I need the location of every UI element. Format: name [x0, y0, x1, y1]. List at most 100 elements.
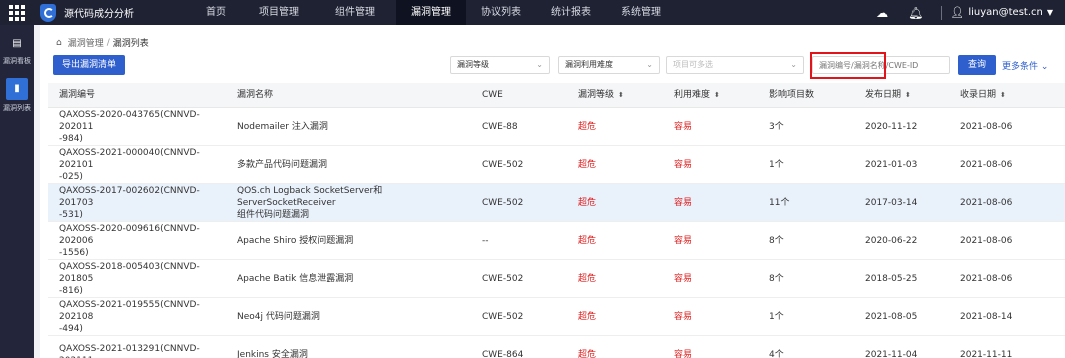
difficulty-cell: 容易	[674, 349, 693, 358]
column-header-sortable[interactable]: 发布日期 ⬍	[854, 89, 949, 101]
breadcrumb-current: 漏洞列表	[112, 39, 149, 49]
highlight-box	[810, 52, 886, 79]
cwe-cell: CWE-502	[482, 197, 524, 208]
vuln-name-cell[interactable]: Neo4j 代码问题漏洞	[226, 311, 471, 323]
published-cell: 2020-11-12	[865, 121, 918, 132]
more-conditions-label: 更多条件	[1002, 62, 1039, 72]
exploit-difficulty-select[interactable]: 漏洞利用难度 ⌄	[558, 56, 660, 74]
projects-cell: 4个	[769, 349, 784, 358]
difficulty-cell: 容易	[674, 273, 693, 284]
chevron-down-icon: ⌄	[1040, 62, 1049, 72]
brand[interactable]: 源代码成分分析	[40, 3, 160, 22]
topbar-divider	[941, 5, 943, 20]
vuln-name-cell[interactable]: 多款产品代码问题漏洞	[226, 159, 471, 171]
table-row[interactable]: QAXOSS-2021-019555(CNNVD-202108 -494) Neo…	[48, 298, 1065, 336]
sort-icon[interactable]: ⬍	[714, 91, 720, 99]
project-multiselect[interactable]: 项目可多选 ⌄	[666, 56, 804, 74]
table-row[interactable]: QAXOSS-2020-009616(CNNVD-202006 -1556) Ap…	[48, 222, 1065, 260]
level-cell: 超危	[578, 349, 597, 358]
collected-cell: 2021-08-06	[960, 197, 1013, 208]
vuln-name-cell[interactable]: Apache Shiro 授权问题漏洞	[226, 235, 471, 247]
top-navigation-bar: 源代码成分分析 首页 项目管理 组件管理 漏洞管理 协议列表 统计报表 系统管理…	[0, 0, 1065, 25]
table-row[interactable]: QAXOSS-2021-000040(CNNVD-202101 -025) 多款产…	[48, 146, 1065, 184]
cwe-cell: CWE-88	[482, 121, 518, 132]
nav-vulnerability-management[interactable]: 漏洞管理	[396, 0, 466, 25]
level-cell: 超危	[578, 273, 597, 284]
vuln-id-cell: QAXOSS-2021-019555(CNNVD-202108 -494)	[59, 299, 200, 334]
nav-home[interactable]: 首页	[188, 0, 244, 25]
nav-component-management[interactable]: 组件管理	[314, 0, 396, 25]
collected-cell: 2021-08-06	[960, 235, 1013, 246]
vuln-id-cell: QAXOSS-2020-043765(CNNVD-202011 -984)	[59, 109, 200, 144]
vuln-id-cell: QAXOSS-2021-013291(CNNVD-202111	[59, 343, 200, 358]
vuln-name-cell[interactable]: QOS.ch Logback SocketServer和ServerSocket…	[226, 185, 471, 221]
user-menu[interactable]: 👤︎ liuyan@test.cn ▼	[950, 6, 1053, 19]
cloud-upload-icon[interactable]: ☁	[876, 6, 888, 20]
collected-cell: 2021-11-11	[960, 349, 1013, 358]
table-row-selected[interactable]: QAXOSS-2017-002602(CNNVD-201703 -531) QOS…	[48, 184, 1065, 222]
nav-statistics[interactable]: 统计报表	[536, 0, 606, 25]
level-cell: 超危	[578, 197, 597, 208]
column-header-sortable[interactable]: 利用难度 ⬍	[663, 89, 758, 101]
brand-name: 源代码成分分析	[64, 9, 134, 20]
sort-icon[interactable]: ⬍	[618, 91, 624, 99]
breadcrumb: ⌂ 漏洞管理 / 漏洞列表	[56, 36, 149, 50]
level-cell: 超危	[578, 311, 597, 322]
dashboard-icon: ▤	[12, 38, 22, 49]
level-cell: 超危	[578, 235, 597, 246]
vuln-level-select[interactable]: 漏洞等级 ⌄	[450, 56, 550, 74]
sort-icon[interactable]: ⬍	[905, 91, 911, 99]
sidebar-item-dashboard[interactable]: ▤ 漏洞看板	[0, 25, 34, 66]
nav-license-list[interactable]: 协议列表	[466, 0, 536, 25]
projects-cell: 11个	[769, 197, 790, 208]
vuln-level-select-value: 漏洞等级	[457, 60, 489, 69]
left-sidebar: ▤ 漏洞看板 ▮ 漏洞列表	[0, 25, 34, 358]
sort-icon[interactable]: ⬍	[1000, 91, 1006, 99]
difficulty-cell: 容易	[674, 159, 693, 170]
more-conditions-link[interactable]: 更多条件 ⌄	[1002, 59, 1048, 72]
column-header-label: 漏洞等级	[578, 90, 615, 100]
column-header: 影响项目数	[769, 90, 815, 100]
bell-icon[interactable]: 🔔︎	[908, 6, 923, 20]
published-cell: 2021-11-04	[865, 349, 918, 358]
projects-cell: 3个	[769, 121, 784, 132]
vuln-id-cell: QAXOSS-2020-009616(CNNVD-202006 -1556)	[59, 223, 200, 258]
home-icon[interactable]: ⌂	[56, 38, 62, 48]
breadcrumb-parent[interactable]: 漏洞管理	[68, 36, 104, 49]
vuln-id-cell: QAXOSS-2018-005403(CNNVD-201805 -816)	[59, 261, 200, 296]
published-cell: 2018-05-25	[865, 273, 918, 284]
column-header: 漏洞编号	[59, 90, 96, 100]
vuln-name-cell[interactable]: Apache Batik 信息泄露漏洞	[226, 273, 471, 285]
vuln-name-cell[interactable]: Jenkins 安全漏洞	[226, 349, 471, 358]
exploit-difficulty-select-value: 漏洞利用难度	[565, 60, 613, 69]
published-cell: 2021-01-03	[865, 159, 918, 170]
nav-system-management[interactable]: 系统管理	[606, 0, 676, 25]
main-nav: 首页 项目管理 组件管理 漏洞管理 协议列表 统计报表 系统管理	[188, 0, 676, 25]
collected-cell: 2021-08-06	[960, 273, 1013, 284]
nav-project-management[interactable]: 项目管理	[244, 0, 314, 25]
vuln-name-cell[interactable]: Nodemailer 注入漏洞	[226, 121, 471, 133]
difficulty-cell: 容易	[674, 121, 693, 132]
difficulty-cell: 容易	[674, 235, 693, 246]
table-row[interactable]: QAXOSS-2020-043765(CNNVD-202011 -984) Nod…	[48, 108, 1065, 146]
apps-grid-icon[interactable]	[0, 0, 34, 25]
document-icon: ▮	[6, 78, 28, 100]
column-header: CWE	[482, 90, 503, 100]
table-row[interactable]: QAXOSS-2018-005403(CNNVD-201805 -816) Apa…	[48, 260, 1065, 298]
query-button[interactable]: 查询	[958, 55, 996, 75]
level-cell: 超危	[578, 159, 597, 170]
published-cell: 2021-08-05	[865, 311, 918, 322]
cwe-cell: --	[482, 235, 489, 246]
brand-logo-icon	[40, 3, 56, 22]
sidebar-item-label: 漏洞列表	[3, 104, 31, 112]
column-header-sortable[interactable]: 漏洞等级 ⬍	[567, 89, 663, 101]
caret-down-icon: ▼	[1046, 8, 1053, 17]
vuln-id-cell: QAXOSS-2021-000040(CNNVD-202101 -025)	[59, 147, 200, 182]
column-header-sortable[interactable]: 收录日期 ⬍	[949, 89, 1049, 101]
table-row[interactable]: QAXOSS-2021-013291(CNNVD-202111 Jenkins …	[48, 336, 1065, 358]
level-cell: 超危	[578, 121, 597, 132]
vulnerability-table: 漏洞编号 漏洞名称 CWE 漏洞等级 ⬍ 利用难度 ⬍ 影响项目数 发布日期 ⬍ 收录…	[48, 83, 1065, 358]
sidebar-item-label: 漏洞看板	[3, 57, 31, 65]
sidebar-item-vuln-list[interactable]: ▮ 漏洞列表	[0, 78, 34, 113]
export-list-button[interactable]: 导出漏洞清单	[53, 55, 125, 75]
